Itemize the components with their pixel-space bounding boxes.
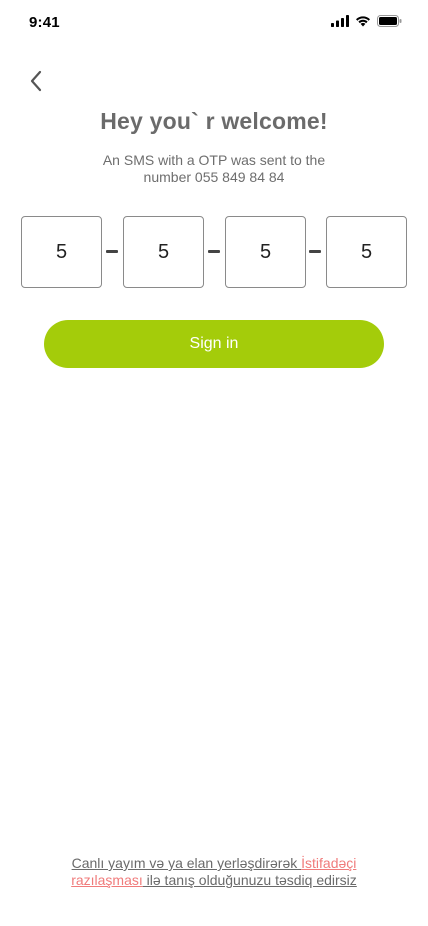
status-bar: 9:41 [0, 0, 428, 46]
page-title: Hey you` r welcome! [100, 108, 328, 134]
back-arrow-icon [30, 70, 42, 92]
otp-separator [106, 250, 118, 253]
otp-separator [309, 250, 321, 253]
otp-digit-4[interactable]: 5 [326, 216, 407, 288]
battery-icon [377, 15, 402, 27]
otp-digit-2[interactable]: 5 [123, 216, 204, 288]
signal-icon [331, 15, 349, 27]
otp-separator [208, 250, 220, 253]
back-button[interactable] [22, 66, 50, 96]
wifi-icon [356, 16, 370, 27]
otp-digit-3[interactable]: 5 [225, 216, 306, 288]
sign-in-button[interactable]: Sign in [44, 320, 384, 368]
otp-digit-1[interactable]: 5 [21, 216, 102, 288]
status-time: 9:41 [29, 14, 60, 31]
terms-notice: Canlı yayım və ya elan yerləşdirərək İst… [44, 855, 384, 889]
otp-input-group: 5 5 5 5 [21, 216, 407, 288]
terms-suffix: ilə tanış olduğunuzu təsdiq edirsiz [142, 872, 357, 888]
otp-instructions: An SMS with a OTP was sent to the number… [102, 152, 326, 185]
terms-prefix: Canlı yayım və ya elan yerləşdirərək [71, 855, 302, 871]
status-icons [331, 15, 402, 27]
